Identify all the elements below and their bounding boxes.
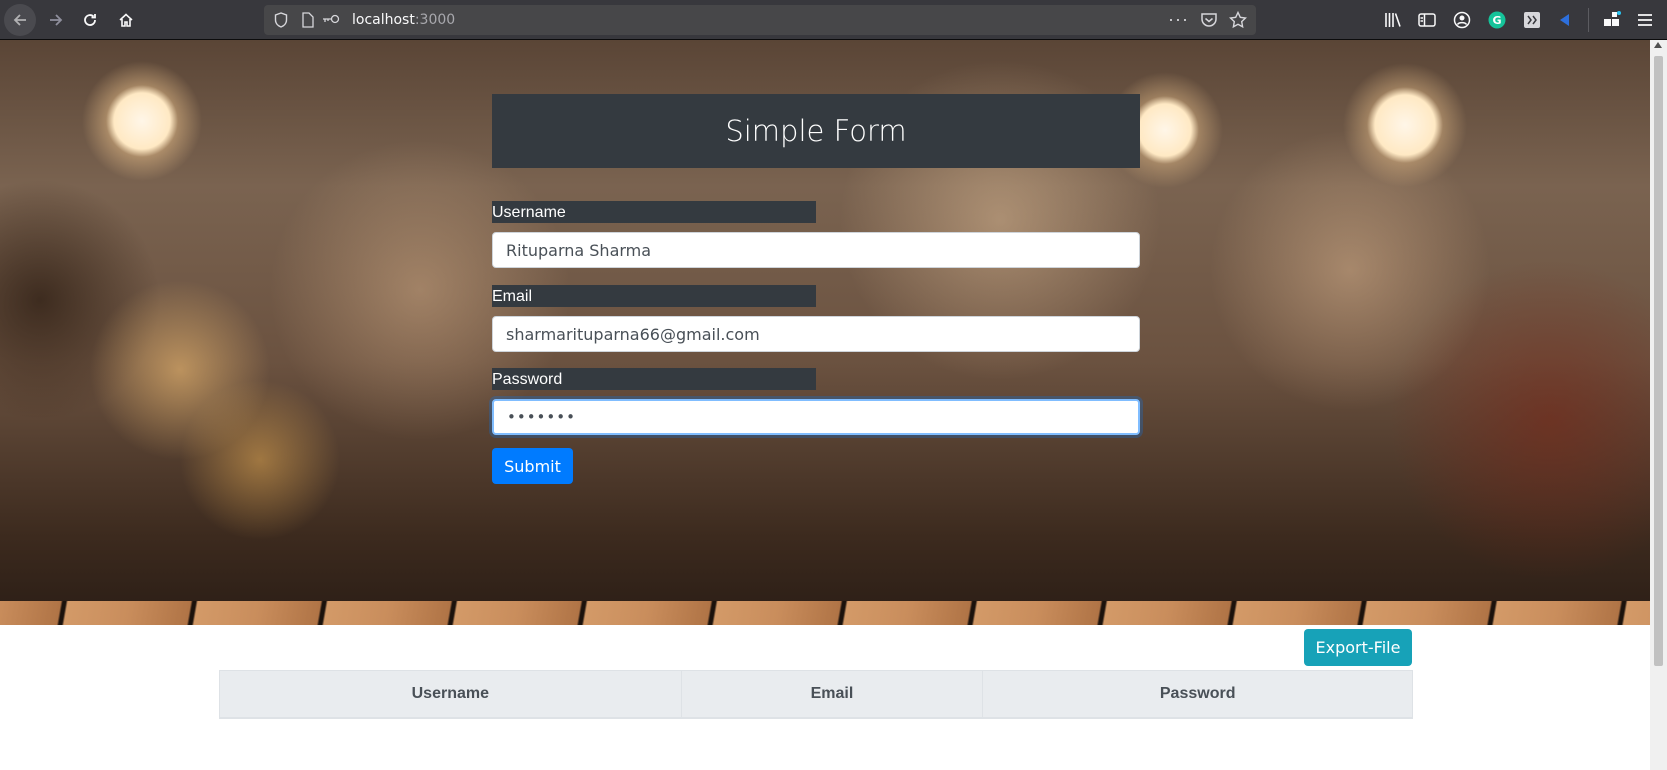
password-input[interactable] [492,399,1140,435]
extension-icon[interactable] [1523,11,1541,29]
back-button[interactable] [4,4,36,36]
grammarly-icon[interactable]: G [1488,11,1506,29]
export-file-button[interactable]: Export-File [1304,629,1412,666]
svg-text:G: G [1492,14,1501,27]
url-bar[interactable]: localhost:3000 ··· [264,5,1256,35]
back-icon [13,14,26,26]
data-table: Username Email Password [219,670,1413,719]
pocket-icon[interactable] [1200,12,1218,28]
extension2-icon[interactable] [1557,11,1575,29]
column-header-username[interactable]: Username [219,670,682,719]
form-title: Simple Form [492,94,1140,168]
hamburger-menu-icon[interactable] [1636,11,1654,29]
account-icon[interactable] [1453,11,1471,29]
email-input[interactable] [492,316,1140,352]
table-header-row: Username Email Password [219,670,1413,719]
wood-floor [0,601,1650,625]
page-viewport: Simple Form Username Email Password Subm… [0,40,1650,770]
library-icon[interactable] [1384,11,1402,29]
extensions-menu-icon[interactable] [1603,11,1621,29]
url-host: localhost [352,12,415,28]
star-icon[interactable] [1229,11,1247,29]
forward-icon [50,14,63,26]
url-port: :3000 [414,12,456,28]
column-header-email[interactable]: Email [680,670,984,719]
reload-button[interactable] [74,4,106,36]
email-label: Email [492,285,816,307]
url-text[interactable]: localhost:3000 [352,12,455,28]
toolbar-divider [1588,8,1589,32]
forward-button[interactable] [40,4,72,36]
browser-toolbar: localhost:3000 ··· G [0,0,1667,40]
scroll-up-arrow[interactable] [1654,42,1662,48]
home-icon [119,13,133,27]
username-input[interactable] [492,232,1140,268]
page-scrollbar[interactable] [1650,40,1667,770]
home-button[interactable] [110,4,142,36]
submit-button[interactable]: Submit [492,448,573,484]
password-label: Password [492,368,816,390]
more-icon[interactable]: ··· [1168,9,1189,30]
column-header-password[interactable]: Password [982,670,1413,719]
scrollbar-thumb[interactable] [1654,56,1663,666]
username-label: Username [492,201,816,223]
reload-icon [84,14,96,26]
key-icon [323,14,340,24]
page-icon[interactable] [302,12,314,28]
sidebar-icon[interactable] [1418,11,1436,29]
shield-icon[interactable] [274,12,288,28]
